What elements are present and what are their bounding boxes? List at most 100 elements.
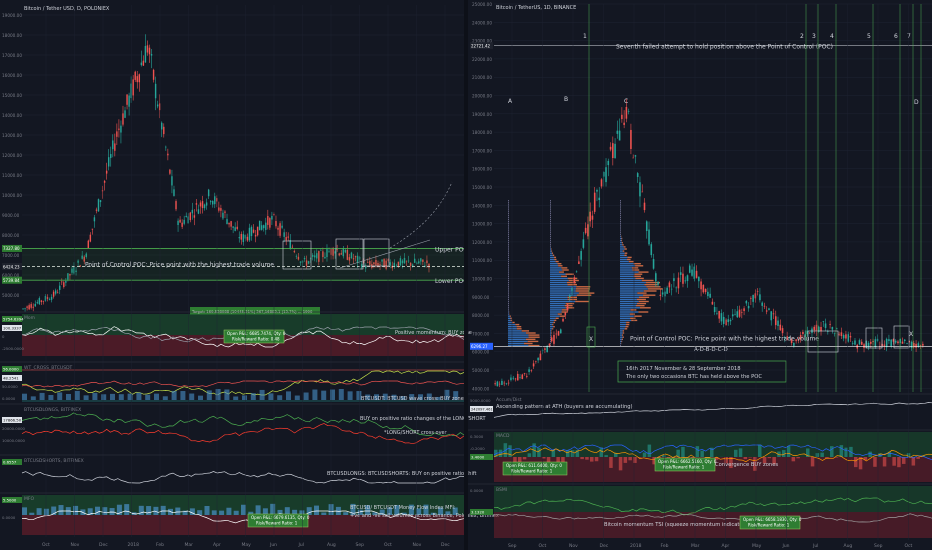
volume-profile-bar [621,237,623,240]
volume-profile-bar [620,279,642,282]
volume-profile-bar [550,258,555,261]
volume-profile-bar [550,332,552,334]
volume-profile-bar [508,239,509,242]
volume-profile-bar [620,300,639,303]
candle [179,219,181,223]
volume-profile-bar [636,298,646,301]
x-tick-label: Nov [71,542,80,548]
candle [165,146,167,148]
candle [218,207,220,211]
y-tick-label: 17000.00 [472,148,492,153]
volume-profile-bar [620,250,623,252]
wave-bar [118,394,124,400]
volume-profile-bar [550,254,553,256]
candle [42,300,45,302]
volume-profile-bar [550,311,562,313]
wave-bar [259,389,265,400]
candle [146,45,149,53]
mfi-bar [321,512,327,515]
candle [831,326,834,330]
macd-hist [642,452,647,457]
y-tick-label: 16000.00 [472,167,492,172]
y-tick-label: 14000.00 [472,203,492,208]
volume-profile-bar [550,302,566,305]
candle [498,383,501,385]
volume-profile-bar [508,290,509,292]
volume-profile-bar [620,202,621,204]
candle [643,202,646,211]
candle [747,305,750,309]
price-tag-text: 22721.42 [471,44,491,49]
candle [768,308,770,310]
mfi-bar [233,510,239,515]
pane-separator [464,0,468,550]
candle [116,131,118,137]
volume-profile-bar [567,296,578,298]
volume-profile-bar [512,321,515,324]
volume-profile-bar [620,294,644,296]
candle [222,212,224,219]
volume-profile-bar [620,296,639,298]
candle [573,277,576,284]
candle [849,336,852,338]
candle [134,71,136,80]
volume-profile-bar [578,292,595,294]
volume-profile-bar [637,292,647,294]
marker-label: 3 [812,33,816,40]
volume-profile-bar [527,340,539,343]
candle [52,291,55,297]
wave-bar [66,393,71,400]
pane-tag-text: 3.1320 [471,510,485,515]
x-tick-label: Dec [441,542,450,548]
candle [720,313,723,322]
lower-poc-label: Lower POC [435,278,467,285]
volume-profile-bar [508,292,509,294]
mfi-bar [211,510,217,515]
candle [256,226,259,236]
candle [811,328,813,333]
volume-profile-bar [622,336,624,338]
volume-profile-bar [508,277,509,280]
volume-profile-bar [633,275,641,277]
candle [657,281,659,285]
volume-profile-bar [508,252,509,254]
mfi-bar [241,504,246,515]
wave-bar [303,392,309,400]
volume-profile-bar [620,311,639,313]
y-tick-label: 19000.00 [2,13,22,18]
wave-bar [39,392,45,400]
candle [596,189,598,192]
volume-profile-bar [620,237,622,240]
y-tick-label: 9000.00 [2,213,20,218]
y-tick-label: 16000.00 [2,73,22,78]
pane-side-label: Ascending pattern at ATH (buyers are acc… [496,404,633,410]
candle [201,201,204,209]
volume-profile-bar [639,307,651,309]
volume-profile-bar [620,208,621,210]
candle [673,278,675,282]
volume-profile-bar [620,298,637,301]
volume-profile-bar [550,296,568,298]
volume-profile-bar [620,275,634,277]
candle [731,314,734,317]
volume-profile-bar [620,330,623,332]
candle [535,361,537,363]
macd-hist [734,449,738,457]
volume-profile-bar [550,281,567,284]
pane-tag-text: 0.6557 [3,460,17,465]
candle [105,170,108,174]
candle [242,234,245,243]
y-tick-label: 5000.00 [2,293,20,298]
volume-profile-bar [559,315,565,317]
volume-profile-bar [620,265,636,267]
candle [655,273,657,282]
pnl-text: Open P&L: 6662.5160, Qty: 0 [658,459,717,464]
volume-profile-bar [508,273,509,275]
wave-bar [127,393,133,400]
volume-profile-bar [620,260,629,263]
volume-profile-bar [508,214,509,217]
candle [152,69,155,80]
volume-profile-bar [508,336,529,338]
wave-bar [312,389,318,400]
volume-profile-bar [557,263,562,265]
